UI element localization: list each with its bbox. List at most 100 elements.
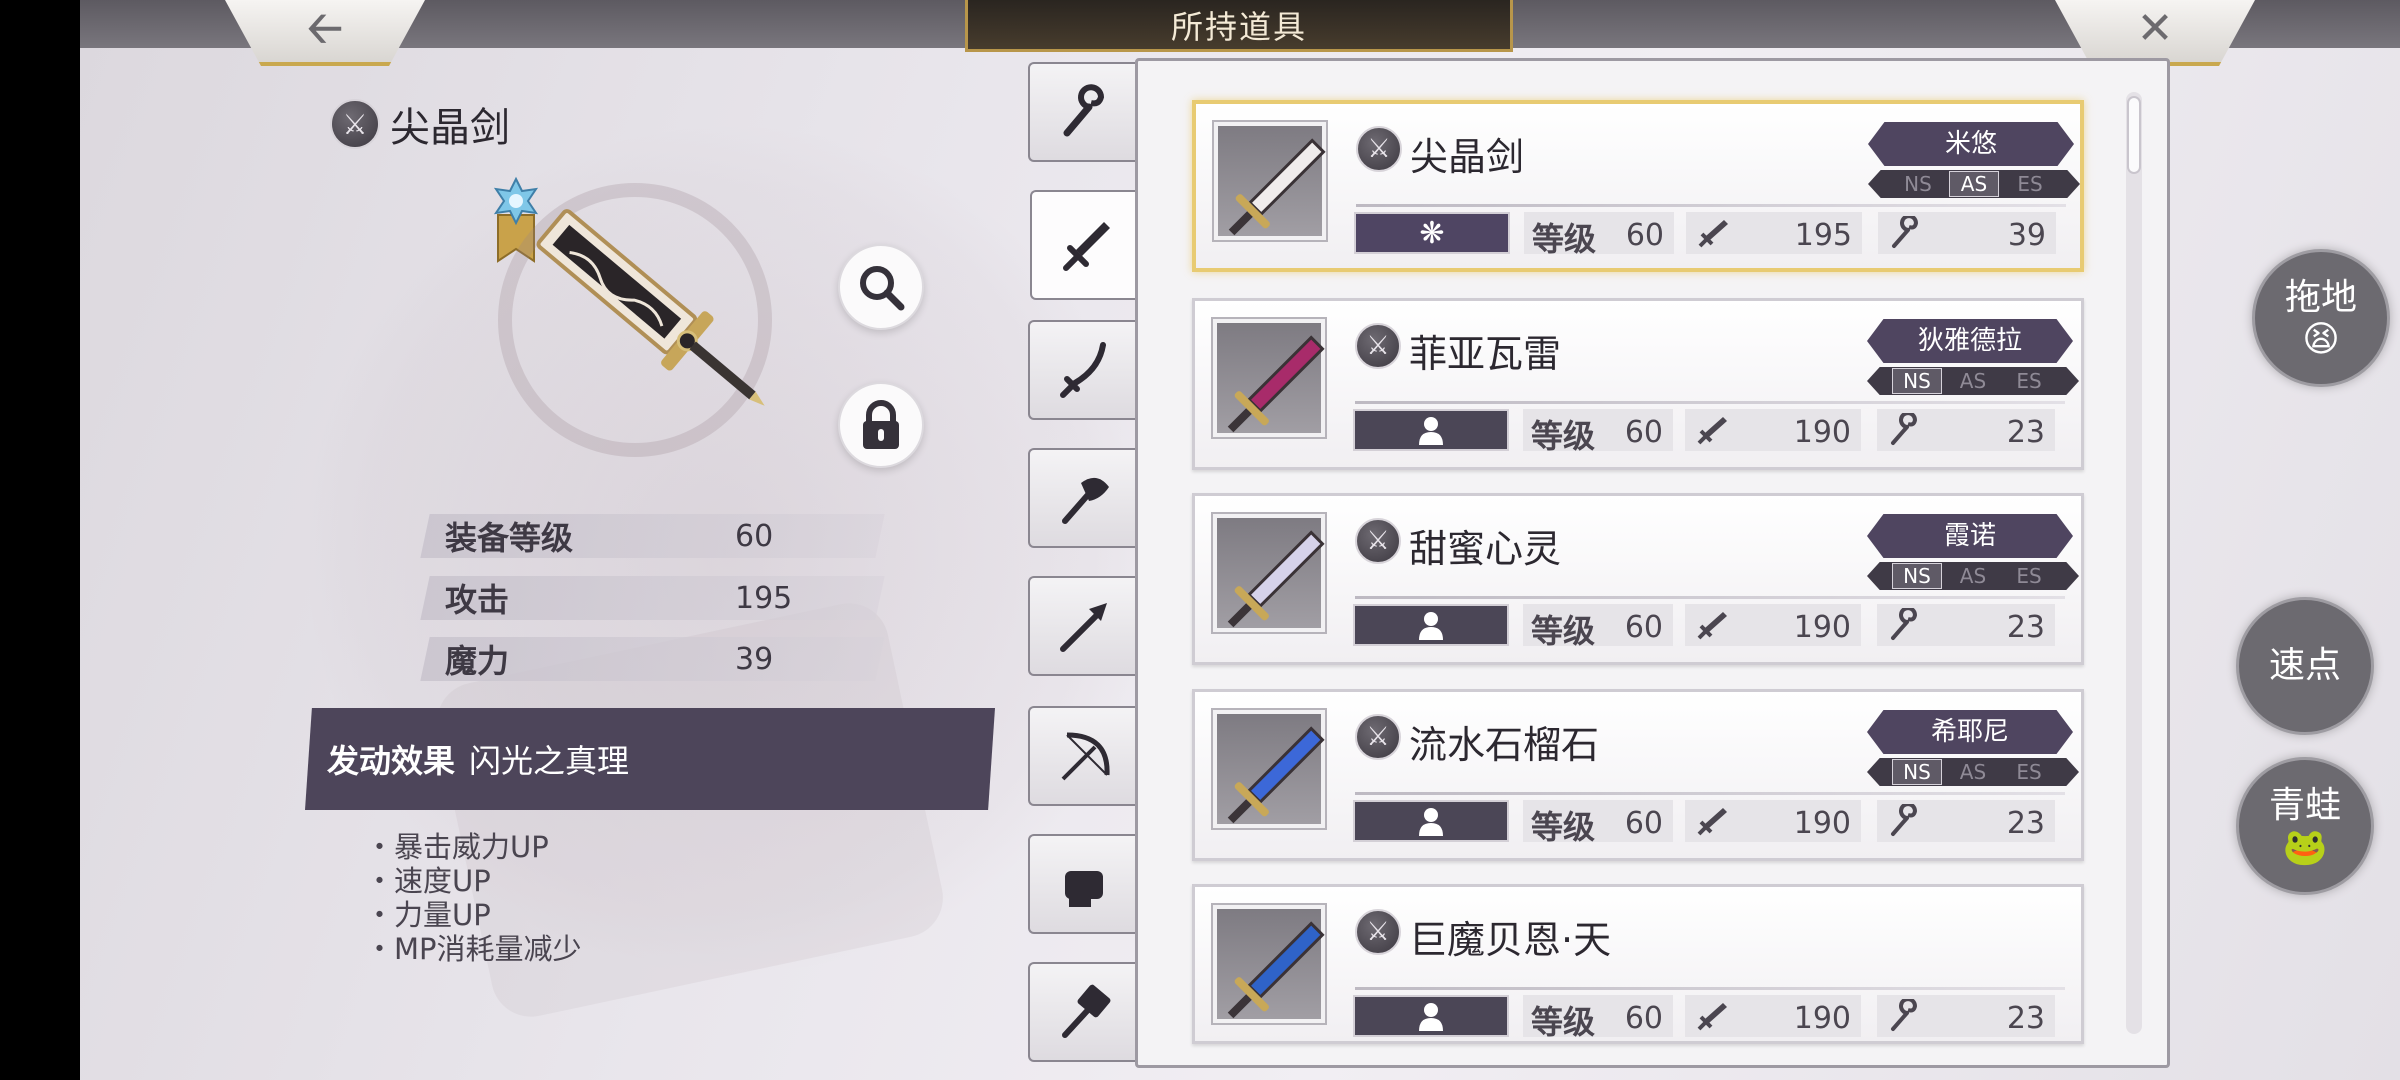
level-cell: 等级 60 [1523,604,1673,650]
stat-row-equip-level: 装备等级 60 [420,514,885,558]
magic-cell: 23 [1877,995,2055,1037]
person-icon [1419,808,1443,836]
attack-sword-icon [1697,612,1727,640]
magnifier-icon [860,266,905,311]
attack-sword-icon [1697,1003,1727,1031]
helper-bubble-quickclick[interactable]: 速点 [2236,597,2374,735]
helper-bubble-frog[interactable]: 青蛙 🐸 [2236,757,2374,895]
character-tag: 希耶尼 [1867,710,2073,754]
attack-value: 195 [1794,218,1852,253]
sword-icon [1063,222,1110,271]
weapon-card[interactable]: ⚔ 流水石榴石 希耶尼 NS AS ES 等级 60 190 23 [1192,689,2084,861]
lock-icon [863,400,899,449]
effect-item: 速度UP [365,864,582,898]
level-cell: 等级 60 [1523,995,1673,1041]
attack-value: 190 [1793,1001,1851,1036]
scrollbar-thumb[interactable] [2127,96,2141,174]
stat-label: 攻击 [445,581,510,619]
level-value: 60 [1624,806,1663,841]
card-divider [1356,204,2066,207]
level-label: 等级 [1531,808,1596,846]
staff-icon [1063,84,1105,137]
helper-bubble-mop[interactable]: 拖地 😫 [2252,249,2390,387]
weapon-stats: 等级 60 190 23 [1353,995,2073,1041]
magic-value: 23 [2006,806,2045,841]
attack-sword-icon [1697,808,1727,836]
weapon-stats: 等级 60 190 23 [1353,800,2073,846]
attack-value: 190 [1793,806,1851,841]
level-label: 等级 [1531,417,1596,455]
lock-button[interactable] [838,382,924,468]
character-tag: 霞诺 [1867,514,2073,558]
tab-sword[interactable] [1030,190,1142,300]
style-tag: ES [2016,564,2042,588]
scrollbar-track[interactable] [2126,92,2142,1034]
attack-value: 190 [1793,415,1851,450]
style-tag: AS [1949,171,1999,197]
sparkle-icon: ❋ [1419,215,1445,251]
magic-value: 23 [2006,1001,2045,1036]
stat-value: 195 [735,580,793,616]
level-label: 等级 [1532,220,1597,258]
bubble-emoji: 😫 [2302,319,2340,360]
equip-slot [1353,409,1509,451]
stat-value: 60 [735,518,774,554]
attack-cell: 190 [1685,409,1861,451]
magic-cell: 23 [1877,604,2055,646]
detail-weapon-name: 尖晶剑 [390,105,510,151]
tab-katana[interactable] [1028,320,1138,420]
magic-value: 23 [2006,415,2045,450]
magic-staff-icon [1891,608,1918,640]
bubble-label: 拖地 [2284,277,2357,318]
tab-spear[interactable] [1028,576,1138,676]
bow-icon [1061,732,1110,781]
effect-list: 暴击威力UP 速度UP 力量UP MP消耗量减少 [365,830,582,966]
effect-bar: 发动效果 闪光之真理 [305,708,995,810]
stat-value: 39 [735,641,774,677]
spear-icon [1060,603,1107,652]
attack-value: 190 [1793,610,1851,645]
weapon-name: 甜蜜心灵 [1409,527,1562,571]
magic-value: 23 [2006,610,2045,645]
sword-type-icon: ⚔ [1356,126,1402,172]
weapon-name: 巨魔贝恩·天 [1409,918,1612,962]
style-tag: AS [1959,760,1987,784]
bubble-label: 青蛙 [2268,785,2341,826]
magic-staff-icon [1892,216,1919,248]
attack-cell: 190 [1685,995,1861,1037]
character-tag: 米悠 [1868,122,2074,166]
tab-fist[interactable] [1028,834,1138,934]
sword-thumbnail-icon [1227,530,1325,628]
weapon-card[interactable]: ⚔ 尖晶剑 米悠 NS AS ES ❋ 等级 60 195 39 [1192,100,2084,272]
style-tag: NS [1892,759,1942,785]
attack-sword-icon [1697,417,1727,445]
detail-title: ⚔ 尖晶剑 [330,95,510,153]
effect-name: 闪光之真理 [469,742,630,780]
stat-row-magic: 魔力 39 [420,637,885,681]
arrow-left-icon: 🡠 [307,3,343,54]
sword-thumbnail-icon [1227,335,1325,433]
equip-slot [1353,995,1509,1037]
style-tag: AS [1959,564,1987,588]
magic-staff-icon [1891,999,1918,1031]
equip-slot: ❋ [1354,212,1510,254]
weapon-name: 流水石榴石 [1409,723,1600,767]
sword-type-icon: ⚔ [1355,909,1401,955]
tab-bow[interactable] [1028,706,1138,806]
tab-axe[interactable] [1028,448,1138,548]
tab-staff[interactable] [1028,62,1138,162]
weapon-stats: 等级 60 190 23 [1353,604,2073,650]
level-value: 60 [1624,415,1663,450]
equip-slot [1353,800,1509,842]
zoom-button[interactable] [838,244,924,330]
sword-thumbnail-icon [1227,726,1325,824]
level-cell: 等级 60 [1523,409,1673,455]
weapon-card[interactable]: ⚔ 巨魔贝恩·天等级 60 190 23 [1192,884,2084,1044]
style-indicator: NS AS ES [1867,367,2079,395]
style-tag: ES [2016,369,2042,393]
tab-hammer[interactable] [1028,962,1138,1062]
weapon-card[interactable]: ⚔ 甜蜜心灵 霞诺 NS AS ES 等级 60 190 23 [1192,493,2084,665]
card-divider [1355,792,2065,795]
magic-staff-icon [1891,804,1918,836]
weapon-card[interactable]: ⚔ 菲亚瓦雷 狄雅德拉 NS AS ES 等级 60 190 23 [1192,298,2084,470]
